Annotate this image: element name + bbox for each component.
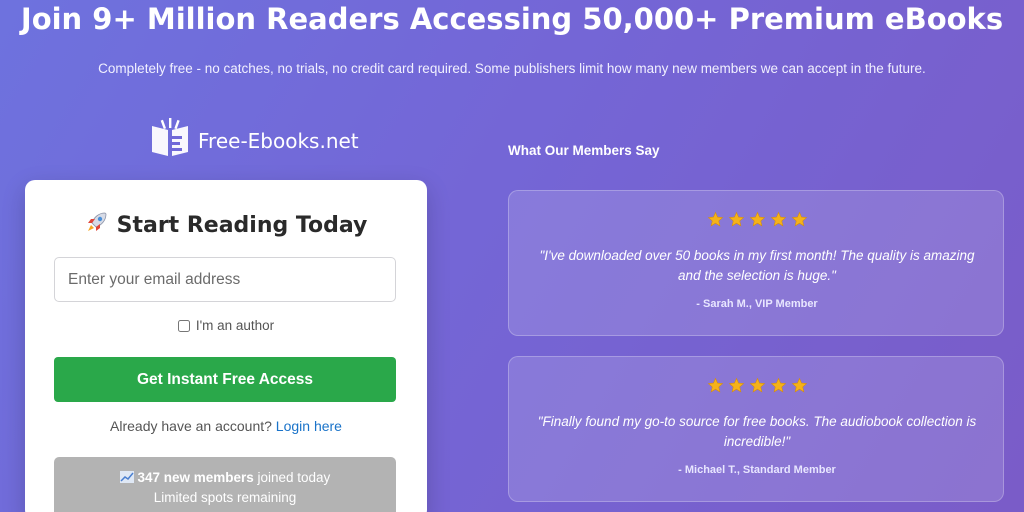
star-icon	[728, 377, 745, 399]
chart-icon	[119, 470, 138, 485]
signup-title-text: Start Reading Today	[116, 212, 368, 238]
open-book-icon	[148, 118, 192, 163]
login-link[interactable]: Login here	[276, 418, 342, 434]
star-icon	[749, 211, 766, 233]
login-prompt: Already have an account? Login here	[25, 418, 427, 434]
member-stats-note: Limited spots remaining	[153, 490, 297, 505]
page-subline: Completely free - no catches, no trials,…	[98, 61, 926, 76]
testimonials-title: What Our Members Say	[508, 143, 660, 158]
member-stats-count: 347 new members	[137, 470, 254, 485]
testimonial-card: "I've downloaded over 50 books in my fir…	[508, 190, 1004, 336]
page-headline: Join 9+ Million Readers Accessing 50,000…	[20, 2, 1004, 36]
star-icon	[791, 377, 808, 399]
star-icon	[770, 377, 787, 399]
brand-name: Free-Ebooks.net	[198, 128, 359, 153]
get-access-button[interactable]: Get Instant Free Access	[54, 357, 396, 402]
star-rating	[509, 211, 1005, 233]
brand-logo[interactable]: Free-Ebooks.net	[148, 118, 359, 163]
author-checkbox-row[interactable]: I'm an author	[25, 318, 427, 333]
testimonial-card: "Finally found my go-to source for free …	[508, 356, 1004, 502]
star-icon	[791, 211, 808, 233]
email-input[interactable]	[54, 257, 396, 302]
star-icon	[728, 211, 745, 233]
member-stats-suffix: joined today	[253, 470, 331, 485]
login-prompt-text: Already have an account?	[110, 418, 272, 434]
author-checkbox-label: I'm an author	[195, 318, 275, 333]
testimonial-quote: "I've downloaded over 50 books in my fir…	[539, 248, 975, 283]
rocket-icon	[85, 210, 109, 240]
testimonial-author: - Michael T., Standard Member	[678, 464, 836, 476]
star-icon	[770, 211, 787, 233]
member-stats-line: 347 new members joined today	[54, 468, 396, 488]
author-checkbox[interactable]	[177, 319, 190, 332]
star-icon	[707, 211, 724, 233]
testimonial-quote: "Finally found my go-to source for free …	[537, 414, 977, 449]
star-rating	[509, 377, 1005, 399]
signup-card: Start Reading Today I'm an author Get In…	[25, 180, 427, 512]
testimonial-author: - Sarah M., VIP Member	[696, 298, 818, 310]
signup-title: Start Reading Today	[25, 210, 427, 240]
star-icon	[707, 377, 724, 399]
member-stats-box: 347 new members joined today Limited spo…	[54, 457, 396, 512]
star-icon	[749, 377, 766, 399]
